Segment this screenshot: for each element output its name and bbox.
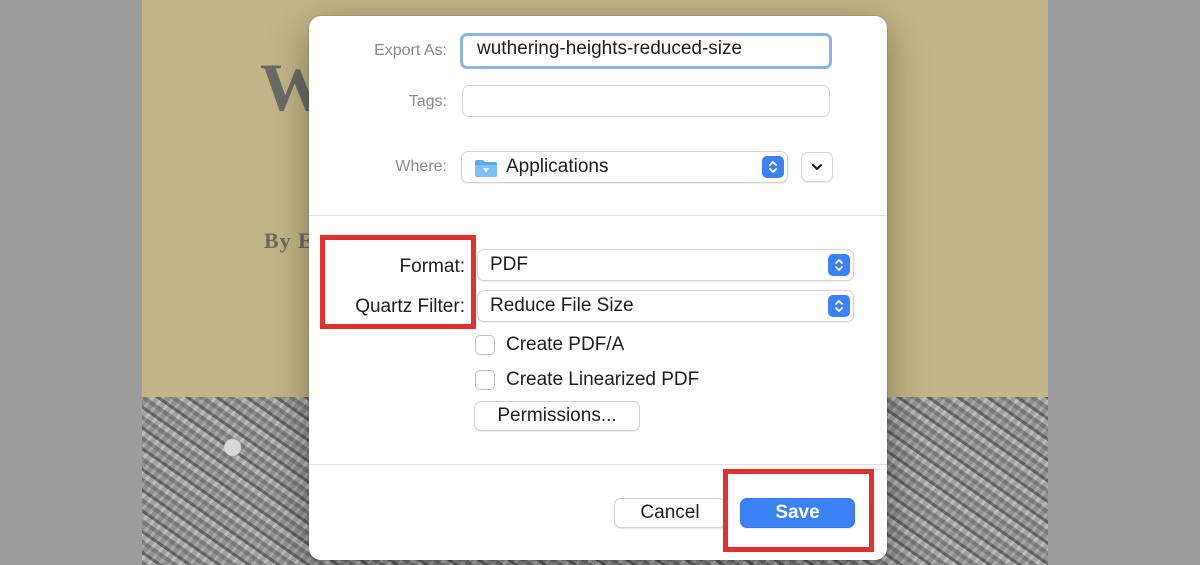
export-as-field[interactable]: wuthering-heights-reduced-size (460, 33, 832, 69)
quartz-filter-popup-value: Reduce File Size (490, 295, 634, 316)
export-as-label: Export As: (374, 42, 447, 59)
quartz-filter-label: Quartz Filter: (355, 296, 465, 317)
export-dialog: Export As: wuthering-heights-reduced-siz… (309, 16, 887, 560)
up-down-chevron-icon (828, 295, 850, 317)
divider-top (309, 215, 887, 216)
where-label: Where: (395, 158, 447, 175)
quartz-filter-popup[interactable]: Reduce File Size (477, 290, 854, 322)
tags-field[interactable] (462, 85, 830, 117)
create-linearized-pdf-checkbox[interactable] (475, 370, 495, 390)
document-byline: By E (264, 228, 314, 253)
create-pdfa-label[interactable]: Create PDF/A (506, 334, 624, 356)
save-button[interactable]: Save (740, 498, 855, 528)
format-label: Format: (399, 256, 465, 277)
create-linearized-pdf-label[interactable]: Create Linearized PDF (506, 369, 699, 391)
folder-icon (475, 160, 497, 177)
up-down-chevron-icon (762, 156, 784, 178)
where-popup-value: Applications (506, 156, 609, 177)
permissions-button[interactable]: Permissions... (474, 401, 640, 431)
up-down-chevron-icon (828, 254, 850, 276)
format-popup[interactable]: PDF (477, 249, 854, 281)
tags-label: Tags: (408, 93, 447, 110)
cancel-button[interactable]: Cancel (614, 498, 726, 528)
format-popup-value: PDF (490, 254, 528, 275)
expand-dialog-button[interactable] (801, 152, 833, 182)
chevron-down-icon (812, 164, 822, 170)
divider-bottom (309, 464, 887, 465)
where-popup[interactable]: Applications (461, 151, 788, 183)
create-pdfa-checkbox[interactable] (475, 335, 495, 355)
